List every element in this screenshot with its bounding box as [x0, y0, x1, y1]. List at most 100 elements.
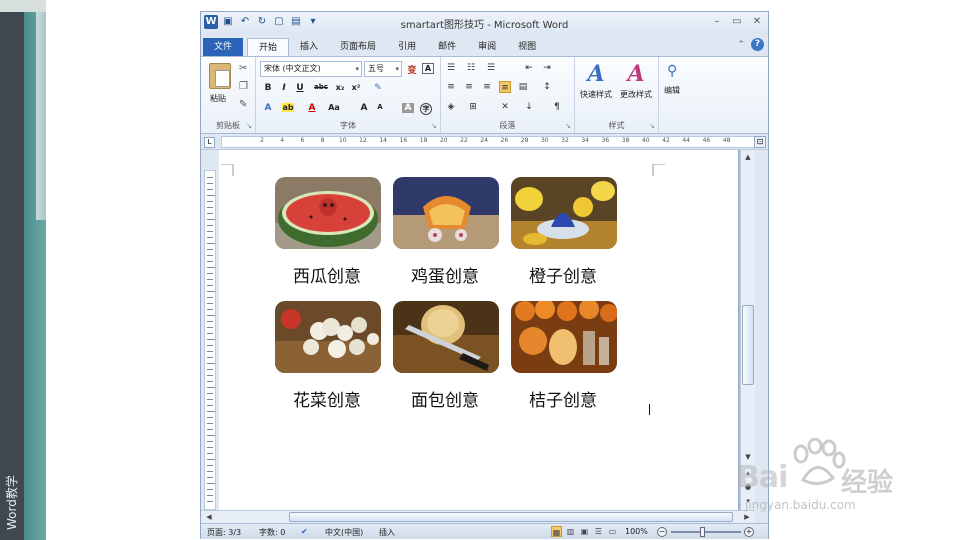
zoom-level[interactable]: 100%	[625, 527, 648, 536]
smartart-caption[interactable]: 橙子创意	[498, 262, 628, 287]
align-right-icon[interactable]: ≡	[481, 81, 493, 93]
tab-selector-icon[interactable]: L	[204, 137, 215, 148]
smartart-caption[interactable]: 鸡蛋创意	[380, 262, 510, 287]
enclose-char-icon[interactable]: 字	[420, 103, 432, 115]
insert-mode[interactable]: 插入	[379, 527, 395, 538]
chinese-layout-icon[interactable]: ✕	[499, 101, 511, 113]
line-spacing-icon[interactable]: ↕	[541, 81, 553, 93]
vertical-ruler-mark	[207, 417, 213, 418]
smartart-picture-bread[interactable]	[393, 301, 499, 373]
bold-icon[interactable]: B	[262, 83, 274, 93]
sort-icon[interactable]: ↓	[523, 101, 535, 113]
smartart-picture-cauliflower[interactable]	[275, 301, 381, 373]
shrink-font-icon[interactable]: A	[374, 103, 386, 111]
decrease-indent-icon[interactable]: ⇤	[523, 62, 535, 74]
multilevel-list-icon[interactable]: ☰	[485, 62, 497, 74]
smartart-caption[interactable]: 桔子创意	[498, 386, 628, 411]
zoom-in-icon[interactable]: +	[744, 527, 754, 537]
smartart-caption[interactable]: 面包创意	[380, 386, 510, 411]
char-shading-icon[interactable]: A	[402, 103, 414, 113]
strikethrough-icon[interactable]: abc	[314, 83, 328, 91]
proofing-icon[interactable]: ✔	[301, 527, 308, 536]
tab-view[interactable]: 视图	[507, 38, 547, 56]
tab-references[interactable]: 引用	[387, 38, 427, 56]
char-border-icon[interactable]: A	[422, 63, 434, 74]
minimize-icon[interactable]: –	[710, 15, 724, 29]
smartart-picture-egg[interactable]	[393, 177, 499, 249]
tab-file[interactable]: 文件	[203, 38, 244, 56]
tab-page-layout[interactable]: 页面布局	[329, 38, 387, 56]
cut-icon[interactable]: ✂	[239, 63, 247, 74]
clear-format-icon[interactable]: ✎	[372, 83, 384, 93]
align-left-icon[interactable]: ≡	[445, 81, 457, 93]
bullets-icon[interactable]: ☰	[445, 62, 457, 74]
font-launcher-icon[interactable]: ↘	[431, 122, 437, 130]
outline-icon[interactable]: ☰	[593, 526, 604, 537]
vertical-ruler[interactable]	[204, 170, 216, 510]
scroll-up-icon[interactable]: ▲	[741, 150, 755, 164]
underline-icon[interactable]: U	[294, 83, 306, 93]
highlight-icon[interactable]: ab	[282, 103, 294, 112]
view-ruler-icon[interactable]: ⊡	[754, 136, 766, 148]
tab-mailings[interactable]: 邮件	[427, 38, 467, 56]
styles-launcher-icon[interactable]: ↘	[649, 122, 655, 130]
align-center-icon[interactable]: ≡	[463, 81, 475, 93]
increase-indent-icon[interactable]: ⇥	[541, 62, 553, 74]
font-size-select[interactable]: 五号 ▾	[364, 61, 402, 77]
binoculars-icon[interactable]: ⚲	[667, 63, 677, 79]
close-icon[interactable]: ✕	[750, 15, 764, 29]
show-marks-icon[interactable]: ¶	[551, 101, 563, 113]
maximize-icon[interactable]: ▭	[730, 15, 744, 29]
justify-icon[interactable]: ≡	[499, 81, 511, 93]
clipboard-launcher-icon[interactable]: ↘	[246, 122, 252, 130]
smartart-picture-tangerine[interactable]	[511, 301, 617, 373]
italic-icon[interactable]: I	[278, 83, 290, 93]
print-layout-icon[interactable]: ▦	[551, 526, 562, 537]
help-icon[interactable]: ?	[751, 38, 764, 51]
collapse-ribbon-icon[interactable]: ⌃	[737, 40, 745, 50]
distributed-icon[interactable]: ▤	[517, 81, 529, 93]
smartart-picture-orange[interactable]	[511, 177, 617, 249]
zoom-out-icon[interactable]: −	[657, 527, 667, 537]
paragraph-launcher-icon[interactable]: ↘	[565, 122, 571, 130]
web-layout-icon[interactable]: ▣	[579, 526, 590, 537]
tab-home[interactable]: 开始	[247, 38, 290, 56]
superscript-icon[interactable]: x²	[350, 83, 362, 92]
change-styles-button[interactable]: A 更改样式	[617, 59, 655, 100]
change-case-icon[interactable]: Aa	[328, 103, 340, 112]
horizontal-ruler[interactable]: L 2 4 6 8 10 12 14 16 18 20 22 24 26 28 30 32 34 36 38 40 42…	[201, 134, 768, 150]
subscript-icon[interactable]: x₂	[334, 83, 346, 92]
horizontal-scroll-thumb[interactable]	[289, 512, 733, 522]
page-indicator[interactable]: 页面: 3/3	[207, 527, 241, 538]
grow-font-icon[interactable]: A	[358, 103, 370, 113]
tab-review[interactable]: 审阅	[467, 38, 507, 56]
vertical-scroll-thumb[interactable]	[742, 305, 754, 385]
scroll-left-icon[interactable]: ◀	[203, 511, 215, 523]
tab-insert[interactable]: 插入	[289, 38, 329, 56]
vertical-ruler-mark	[207, 225, 213, 226]
horizontal-scrollbar[interactable]: ◀ ▶	[201, 510, 755, 523]
numbering-icon[interactable]: ☷	[465, 62, 477, 74]
shading-icon[interactable]: ◈	[445, 101, 457, 113]
quick-styles-button[interactable]: A 快速样式	[577, 59, 615, 100]
format-painter-icon[interactable]: ✎	[239, 99, 247, 110]
language-indicator[interactable]: 中文(中国)	[325, 527, 363, 538]
vertical-ruler-mark	[207, 429, 213, 430]
smartart-picture-watermelon[interactable]	[275, 177, 381, 249]
draft-icon[interactable]: ▭	[607, 526, 618, 537]
editing-button[interactable]: 编辑	[664, 85, 680, 96]
smartart-caption[interactable]: 花菜创意	[262, 386, 392, 411]
smartart-caption[interactable]: 西瓜创意	[262, 262, 392, 287]
borders-icon[interactable]: ⊞	[467, 101, 479, 113]
word-count[interactable]: 字数: 0	[259, 527, 285, 538]
text-effects-icon[interactable]: A	[262, 103, 274, 113]
zoom-slider-thumb[interactable]	[700, 527, 705, 537]
phonetic-guide-icon[interactable]: 变	[406, 63, 418, 76]
font-name-select[interactable]: 宋体 (中文正文) ▾	[260, 61, 362, 77]
copy-icon[interactable]: ❐	[239, 81, 248, 92]
zoom-slider[interactable]	[671, 531, 741, 533]
font-color-icon[interactable]: A	[306, 103, 318, 113]
full-screen-reading-icon[interactable]: ▥	[565, 526, 576, 537]
paste-icon[interactable]	[209, 63, 231, 89]
paste-button[interactable]: 粘贴	[210, 93, 226, 104]
